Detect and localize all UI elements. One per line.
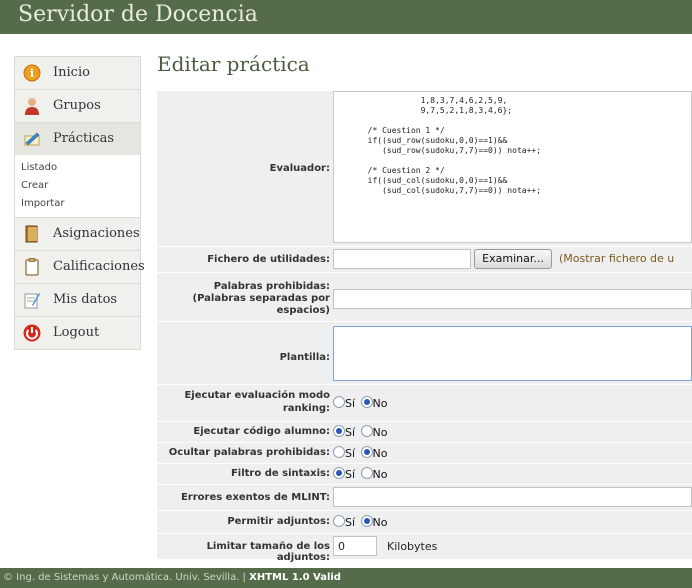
ranking-no-label: No [372,397,388,410]
footer: © Ing. de Sistemas y Automática. Univ. S… [0,568,692,588]
ocultar-radio-group: Sí No [333,446,390,460]
filtro-no-label: No [372,468,388,481]
errores-input[interactable] [333,487,692,507]
info-icon: i [23,64,41,82]
svg-text:i: i [30,67,34,80]
filtro-no-radio[interactable] [360,467,373,479]
row-codigo: Ejecutar código alumno: Sí No [157,422,692,443]
palabras-input[interactable] [333,289,692,309]
sidebar: i Inicio Grupos Prácticas Listado Crear … [14,56,145,350]
ranking-label: Ejecutar evaluación modo ranking: [157,389,330,415]
limitar-unit: Kilobytes [387,540,438,553]
row-fichero: Fichero de utilidades: Examinar... (Most… [157,247,692,273]
sidebar-item-calificaciones[interactable]: Calificaciones [14,250,145,283]
evaluador-label: Evaluador: [269,163,330,174]
sidebar-item-asignaciones[interactable]: Asignaciones [14,217,141,250]
ocultar-si-radio[interactable] [333,446,345,458]
notes-icon [24,293,40,309]
ocultar-no-radio[interactable] [360,446,373,458]
sidebar-item-label: Grupos [53,98,101,113]
sidebar-item-grupos[interactable]: Grupos [14,89,141,122]
codigo-label: Ejecutar código alumno: [193,426,330,437]
page-title: Editar práctica [157,52,310,76]
clipboard-icon [25,258,39,276]
ocultar-si-label: Sí [345,447,356,460]
codigo-si-label: Sí [345,426,356,439]
palabras-label-line1: Palabras prohibidas: [213,281,330,292]
examinar-button[interactable]: Examinar... [474,249,552,269]
submenu-crear[interactable]: Crear [21,177,140,195]
limitar-input[interactable]: 0 [333,536,377,556]
plantilla-textarea[interactable] [333,326,692,381]
edit-icon [24,132,40,146]
filtro-si-label: Sí [345,468,356,481]
xhtml-valid-link[interactable]: XHTML 1.0 Valid [249,572,341,583]
palabras-label-line3: espacios) [276,305,330,316]
adjuntos-no-label: No [372,516,388,529]
sidebar-item-inicio[interactable]: i Inicio [14,56,141,89]
filtro-radio-group: Sí No [333,467,390,481]
codigo-no-radio[interactable] [360,425,373,437]
ranking-label-line2: ranking: [282,403,330,414]
mostrar-fichero-link[interactable]: (Mostrar fichero de u [559,252,674,265]
sidebar-item-label: Mis datos [53,292,118,307]
fichero-file-input[interactable] [333,249,471,269]
ranking-radio-group: Sí No [333,396,390,410]
submenu-importar[interactable]: Importar [21,195,140,213]
row-errores: Errores exentos de MLINT: [157,485,692,511]
sidebar-item-mis-datos[interactable]: Mis datos [14,283,141,316]
row-adjuntos: Permitir adjuntos: Sí No [157,511,692,534]
errores-label: Errores exentos de MLINT: [180,492,330,503]
row-plantilla: Plantilla: [157,322,692,385]
users-icon [25,98,39,115]
codigo-no-label: No [372,426,388,439]
adjuntos-radio-group: Sí No [333,515,390,529]
app-title: Servidor de Docencia [18,2,258,27]
sidebar-item-label: Inicio [53,65,90,80]
sidebar-item-label: Asignaciones [53,226,140,241]
filtro-label: Filtro de sintaxis: [230,468,330,479]
row-evaluador: Evaluador: 1,8,3,7,4,6,2,5,9, 9,7,5,2,1,… [157,91,692,247]
adjuntos-label: Permitir adjuntos: [227,516,330,527]
practicas-submenu: Listado Crear Importar [14,155,141,217]
ranking-no-radio[interactable] [360,396,373,408]
palabras-label: Palabras prohibidas: (Palabras separadas… [157,281,330,317]
plantilla-label: Plantilla: [279,352,330,363]
sidebar-item-logout[interactable]: Logout [14,316,141,350]
book-icon [25,225,38,243]
ranking-si-label: Sí [345,397,356,410]
evaluador-textarea[interactable]: 1,8,3,7,4,6,2,5,9, 9,7,5,2,1,8,3,4,6}; /… [333,91,692,243]
adjuntos-si-radio[interactable] [333,515,345,527]
palabras-label-line2: (Palabras separadas por [192,293,330,304]
ocultar-no-label: No [372,447,388,460]
filtro-si-radio[interactable] [333,467,345,479]
app-header: Servidor de Docencia [0,0,692,34]
sidebar-item-label: Calificaciones [53,259,145,274]
sidebar-item-label: Logout [53,325,100,340]
submenu-listado[interactable]: Listado [21,159,140,177]
sidebar-item-label: Prácticas [53,131,115,146]
fichero-label: Fichero de utilidades: [207,254,330,265]
row-palabras: Palabras prohibidas: (Palabras separadas… [157,273,692,322]
codigo-radio-group: Sí No [333,425,390,439]
ocultar-label: Ocultar palabras prohibidas: [168,447,330,458]
power-icon [23,324,41,342]
row-ocultar: Ocultar palabras prohibidas: Sí No [157,443,692,464]
row-filtro: Filtro de sintaxis: Sí No [157,464,692,485]
ranking-label-line1: Ejecutar evaluación modo [184,390,330,401]
limitar-label: Limitar tamaño de los adjuntos: [206,541,330,563]
ranking-si-radio[interactable] [333,396,345,408]
row-limitar: Limitar tamaño de los adjuntos: 0 Kiloby… [157,534,692,563]
sidebar-item-practicas[interactable]: Prácticas [14,122,141,155]
footer-copyright: © Ing. de Sistemas y Automática. Univ. S… [3,572,250,583]
adjuntos-no-radio[interactable] [360,515,373,527]
row-ranking: Ejecutar evaluación modo ranking: Sí No [157,385,692,422]
adjuntos-si-label: Sí [345,516,356,529]
codigo-si-radio[interactable] [333,425,345,437]
